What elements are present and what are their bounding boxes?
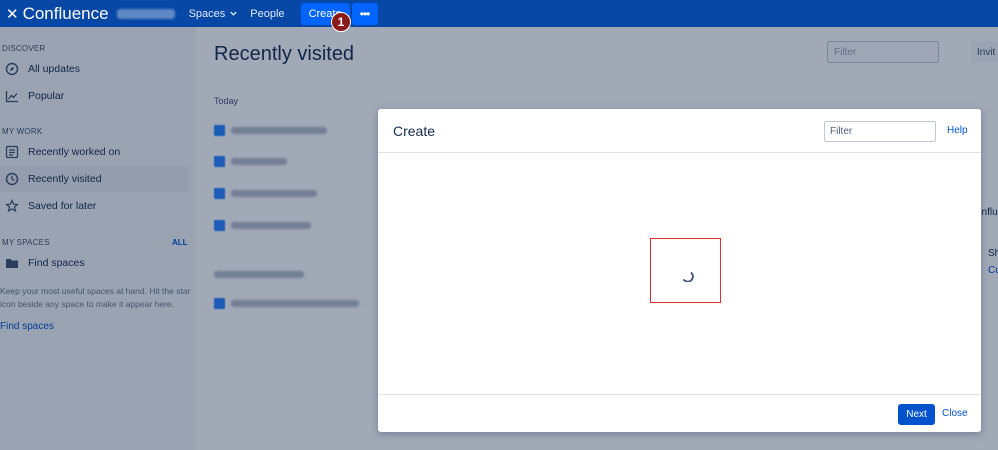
highlight-box	[650, 238, 721, 303]
spaces-menu[interactable]: Spaces	[189, 8, 239, 20]
dialog-header: Create Filter Help	[378, 109, 981, 153]
confluence-logo[interactable]: ✕ Confluence	[6, 4, 109, 24]
top-navigation-bar: ✕ Confluence Spaces People Create •••	[0, 0, 998, 27]
loading-spinner-icon	[683, 272, 694, 282]
site-name-blurred	[116, 8, 175, 19]
app-name: Confluence	[22, 3, 109, 23]
next-button[interactable]: Next	[898, 404, 935, 425]
create-dialog: Create Filter Help Next Close	[378, 109, 981, 432]
more-options-button[interactable]: •••	[351, 2, 378, 25]
chevron-down-icon	[230, 11, 237, 16]
dialog-filter-input[interactable]: Filter	[824, 121, 936, 142]
step-badge: 1	[331, 12, 351, 32]
confluence-logo-icon: ✕	[6, 5, 19, 23]
help-link[interactable]: Help	[947, 125, 968, 136]
dialog-footer: Next Close	[378, 394, 981, 432]
spaces-label: Spaces	[188, 7, 226, 20]
dialog-title: Create	[393, 123, 436, 139]
people-link[interactable]: People	[250, 8, 284, 20]
close-button[interactable]: Close	[942, 408, 968, 419]
